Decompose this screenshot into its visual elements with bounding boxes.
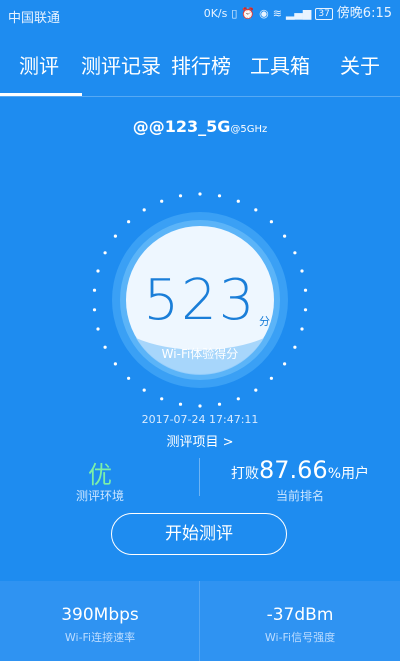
gauge-dot <box>127 376 131 380</box>
eye-icon: ◉ <box>259 7 269 20</box>
gauge-dot <box>113 234 117 238</box>
clock: 傍晚6:15 <box>336 6 392 21</box>
score-value: 523 <box>143 268 257 333</box>
test-timestamp: 2017-07-24 17:47:11 <box>141 413 259 426</box>
quality-rating: 优 <box>88 461 112 489</box>
tab-toolbox[interactable]: 工具箱 <box>250 50 310 79</box>
gauge-dot <box>113 362 117 366</box>
gauge-dot <box>160 397 164 401</box>
score-unit: 分 <box>259 315 270 328</box>
tab-bar: 测评 测评记录 排行榜 工具箱 关于 <box>0 40 400 96</box>
tab-ranking[interactable]: 排行榜 <box>171 50 231 79</box>
net-speed: 0K/s <box>203 7 228 20</box>
quality-label: 测评环境 <box>75 489 124 503</box>
carrier-name: 中国联通 <box>8 11 61 26</box>
connection-speed: 390Mbps <box>61 605 139 625</box>
gauge-dot <box>178 194 183 198</box>
gauge-dot <box>269 376 273 380</box>
beat-users: 打败87.66%用户 <box>200 456 400 484</box>
wifi-status-icon: ≋ <box>272 7 282 20</box>
gauge-dot <box>142 208 146 212</box>
gauge-dot <box>293 251 297 255</box>
connection-speed-label: Wi-Fi连接速率 <box>64 631 136 644</box>
status-bar: 中国联通 0K/s ▯ ⏰ ◉ ≋ ▂▄▆ 37 傍晚6:15 <box>0 0 400 30</box>
beat-suffix: 用户 <box>341 466 370 482</box>
tab-evaluation-history[interactable]: 测评记录 <box>81 50 161 79</box>
status-icons: 0K/s ▯ ⏰ ◉ ≋ ▂▄▆ 37 傍晚6:15 <box>204 7 392 20</box>
beat-percentage: 87.66 <box>258 456 328 484</box>
gauge-dot <box>283 362 287 366</box>
alarm-icon: ⏰ <box>241 7 256 20</box>
test-items-link[interactable]: 测评项目 > <box>0 431 400 450</box>
gauge-dot <box>103 251 107 255</box>
beat-prefix: 打败 <box>230 466 259 482</box>
gauge-dot <box>217 402 222 406</box>
gauge-dot <box>269 220 273 224</box>
signal-strength-label: Wi-Fi信号强度 <box>264 631 336 644</box>
gauge-dot <box>178 402 183 406</box>
vibrate-icon: ▯ <box>231 7 238 20</box>
rank-label: 当前排名 <box>275 489 324 503</box>
gauge-dot <box>283 234 287 238</box>
start-test-button[interactable]: 开始测评 <box>111 513 287 555</box>
tabs-divider <box>0 96 400 97</box>
gauge-dot <box>127 220 131 224</box>
gauge-dot <box>236 199 240 203</box>
tab-evaluate[interactable]: 测评 <box>19 50 59 79</box>
gauge-dot <box>217 194 222 198</box>
beat-percent-sign: % <box>327 466 342 482</box>
signal-icon: ▂▄▆ <box>285 7 312 20</box>
gauge-dot <box>254 388 258 392</box>
bottom-stats-panel: 390Mbps Wi-Fi连接速率 -37dBm Wi-Fi信号强度 <box>0 581 400 661</box>
gauge-dot <box>198 404 202 408</box>
gauge-dot <box>254 208 258 212</box>
gauge-dot <box>236 397 240 401</box>
gauge-dot <box>198 192 202 196</box>
score-label: Wi-Fi体验得分 <box>161 347 239 361</box>
battery-indicator: 37 <box>315 7 333 20</box>
wifi-ssid: @@123_5G <box>132 117 231 136</box>
wifi-band: @5GHz <box>230 124 268 135</box>
signal-strength: -37dBm <box>266 605 334 625</box>
gauge-dot <box>142 388 146 392</box>
gauge-dot <box>160 199 164 203</box>
tab-about[interactable]: 关于 <box>340 50 380 79</box>
wifi-ssid-row: @@123_5G@5GHz <box>0 117 400 136</box>
